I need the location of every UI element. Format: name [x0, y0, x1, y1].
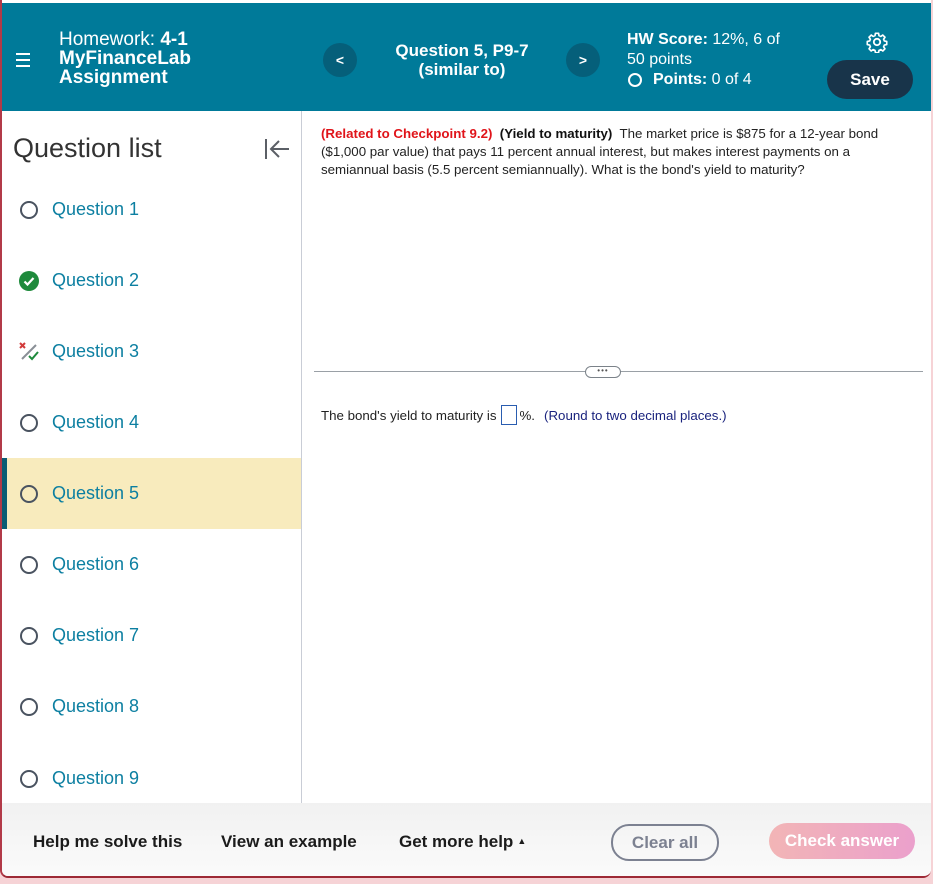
check-answer-button[interactable]: Check answer	[769, 823, 915, 859]
question-text: (Related to Checkpoint 9.2) (Yield to ma…	[321, 125, 921, 179]
unanswered-circle-icon	[20, 697, 38, 716]
correct-check-icon	[19, 270, 39, 291]
question-label: Question 7	[52, 625, 140, 645]
hw-score-value: 12%, 6 of	[712, 31, 780, 48]
unanswered-circle-icon	[20, 413, 38, 432]
answer-suffix: %.	[519, 407, 536, 423]
clear-all-button[interactable]: Clear all	[611, 824, 719, 861]
homework-prefix: Homework:	[59, 29, 156, 50]
question-label: Question 6	[52, 554, 140, 574]
sidebar-item-question-7[interactable]: Question 7	[2, 600, 301, 671]
assignment-name-line2: Assignment	[59, 67, 168, 88]
sidebar-item-question-1[interactable]: Question 1	[2, 174, 301, 245]
unanswered-circle-icon	[20, 626, 38, 645]
question-title-line1: Question 5, P9-7	[395, 41, 529, 60]
homework-title: Homework: 4-1 MyFinanceLab Assignment	[59, 30, 191, 87]
unanswered-circle-icon	[20, 484, 38, 503]
answer-row: The bond's yield to maturity is %. (Roun…	[321, 405, 727, 425]
question-list-sidebar: Question list Question 1 Question 2 Ques…	[2, 111, 302, 803]
sidebar-item-question-6[interactable]: Question 6	[2, 529, 301, 600]
gear-icon[interactable]	[866, 31, 888, 53]
next-question-button[interactable]: >	[566, 43, 600, 77]
collapse-left-icon[interactable]	[262, 136, 292, 162]
chevron-left-icon: <	[335, 52, 345, 68]
assignment-name-line1: MyFinanceLab	[59, 48, 191, 69]
hw-score-value-line2: 50 points	[627, 51, 692, 68]
caret-up-icon: ▲	[517, 836, 527, 846]
help-footer: Help me solve this View an example Get m…	[2, 803, 931, 876]
save-button[interactable]: Save	[827, 60, 913, 99]
get-more-help-label: Get more help	[399, 832, 514, 851]
partial-credit-icon	[19, 341, 39, 360]
homework-number: 4-1	[160, 29, 188, 50]
question-label: Question 4	[52, 412, 140, 432]
question-title: Question 5, P9-7 (similar to)	[372, 41, 552, 79]
question-label: Question 2	[52, 270, 140, 290]
hamburger-menu-icon[interactable]	[16, 53, 30, 67]
previous-question-button[interactable]: <	[323, 43, 357, 77]
view-example-button[interactable]: View an example	[221, 832, 357, 852]
sidebar-item-question-3[interactable]: Question 3	[2, 316, 301, 387]
unanswered-circle-icon	[20, 769, 38, 788]
points-status-icon	[628, 73, 642, 87]
score-panel: HW Score: 12%, 6 of 50 points Points: 0 …	[627, 30, 780, 90]
question-label: Question 1	[52, 199, 140, 219]
sidebar-item-question-8[interactable]: Question 8	[2, 671, 301, 742]
assignment-header: Homework: 4-1 MyFinanceLab Assignment < …	[2, 3, 931, 111]
question-topic: (Yield to maturity)	[499, 126, 613, 141]
question-title-line2: (similar to)	[418, 60, 506, 79]
unanswered-circle-icon	[20, 200, 38, 219]
sidebar-item-question-2[interactable]: Question 2	[2, 245, 301, 316]
related-checkpoint-link[interactable]: (Related to Checkpoint 9.2)	[321, 126, 492, 141]
question-label: Question 5	[52, 483, 140, 503]
yield-to-maturity-input[interactable]	[501, 405, 518, 425]
question-label: Question 9	[52, 768, 140, 788]
hw-score-label: HW Score:	[627, 31, 708, 48]
app-frame: Homework: 4-1 MyFinanceLab Assignment < …	[0, 0, 931, 878]
sidebar-item-question-4[interactable]: Question 4	[2, 387, 301, 458]
points-value: 0 of 4	[711, 71, 752, 88]
chevron-right-icon: >	[578, 52, 588, 68]
help-me-solve-button[interactable]: Help me solve this	[33, 832, 182, 852]
question-label: Question 8	[52, 696, 140, 716]
sidebar-title: Question list	[13, 133, 162, 163]
rounding-note: (Round to two decimal places.)	[544, 407, 727, 423]
question-panel: (Related to Checkpoint 9.2) (Yield to ma…	[302, 111, 931, 803]
get-more-help-button[interactable]: Get more help ▲	[399, 832, 526, 852]
sidebar-item-question-5[interactable]: Question 5	[2, 458, 301, 529]
points-label: Points:	[653, 71, 708, 88]
question-label: Question 3	[52, 341, 140, 361]
answer-prefix: The bond's yield to maturity is	[321, 407, 497, 423]
divider-drag-handle[interactable]: •••	[585, 366, 621, 378]
unanswered-circle-icon	[20, 555, 38, 574]
